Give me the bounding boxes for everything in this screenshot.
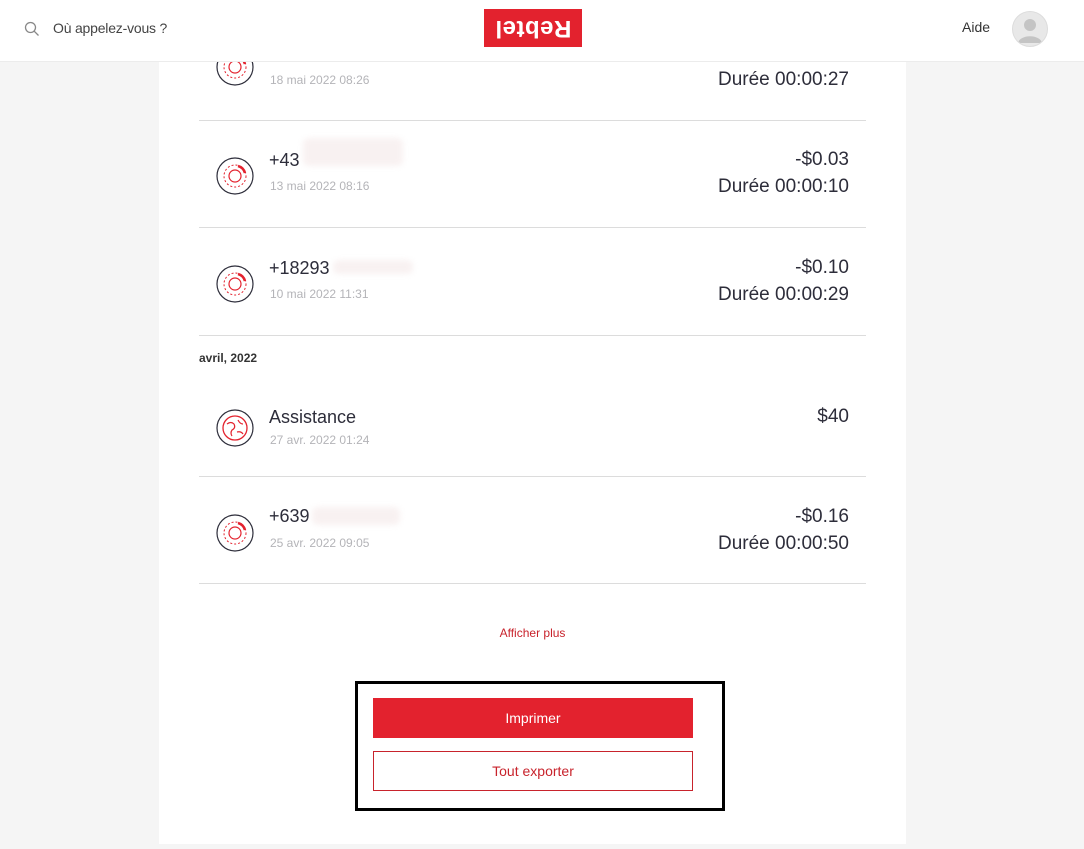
actions-highlight-box: Imprimer Tout exporter [355, 681, 725, 811]
call-date: 27 avr. 2022 01:24 [270, 433, 370, 447]
user-icon [1018, 19, 1042, 43]
list-item[interactable]: +639 25 avr. 2022 09:05 -$0.16 Durée 00:… [199, 477, 866, 584]
search-input[interactable]: Où appelez-vous ? [53, 20, 167, 36]
call-globe-icon [216, 265, 254, 303]
call-date: 18 mai 2022 08:26 [270, 73, 370, 87]
list-item[interactable]: Assistance 27 avr. 2022 01:24 $40 [199, 369, 866, 477]
globe-icon [216, 409, 254, 447]
list-item[interactable]: +43 13 mai 2022 08:16 -$0.03 Durée 00:00… [199, 120, 866, 228]
call-date: 13 mai 2022 08:16 [270, 179, 370, 193]
print-button[interactable]: Imprimer [373, 698, 693, 738]
call-date: 10 mai 2022 11:31 [270, 287, 369, 301]
search-icon[interactable] [24, 21, 40, 37]
logo-text: Rebtel [494, 15, 572, 42]
call-globe-icon [216, 157, 254, 195]
call-number: +43 [269, 150, 300, 170]
avatar[interactable] [1012, 11, 1048, 47]
call-history-card: 18 mai 2022 08:26 Durée 00:00:27 +43 13 … [159, 48, 906, 844]
call-number: Assistance [269, 407, 357, 427]
month-header: avril, 2022 [199, 351, 258, 365]
show-more-link[interactable]: Afficher plus [159, 626, 906, 640]
call-amount: $40 [817, 406, 849, 427]
help-link[interactable]: Aide [962, 19, 990, 35]
call-globe-icon [216, 514, 254, 552]
call-amount: -$0.10 [795, 257, 849, 278]
call-number: +18293 [269, 258, 330, 278]
call-number: +639 [269, 506, 310, 526]
redacted-number [312, 507, 400, 525]
list-item[interactable]: +18293 10 mai 2022 11:31 -$0.10 Durée 00… [199, 228, 866, 336]
export-all-button[interactable]: Tout exporter [373, 751, 693, 791]
rebtel-logo[interactable]: Rebtel [484, 9, 582, 47]
redacted-number [333, 260, 413, 274]
call-duration: Durée 00:00:29 [718, 284, 849, 305]
call-date: 25 avr. 2022 09:05 [270, 536, 370, 550]
call-duration: Durée 00:00:50 [718, 533, 849, 554]
call-amount: -$0.03 [795, 149, 849, 170]
call-duration: Durée 00:00:27 [718, 69, 849, 90]
call-duration: Durée 00:00:10 [718, 176, 849, 197]
top-bar: Où appelez-vous ? Rebtel Aide [0, 0, 1084, 62]
call-amount: -$0.16 [795, 506, 849, 527]
redacted-number [303, 138, 403, 166]
